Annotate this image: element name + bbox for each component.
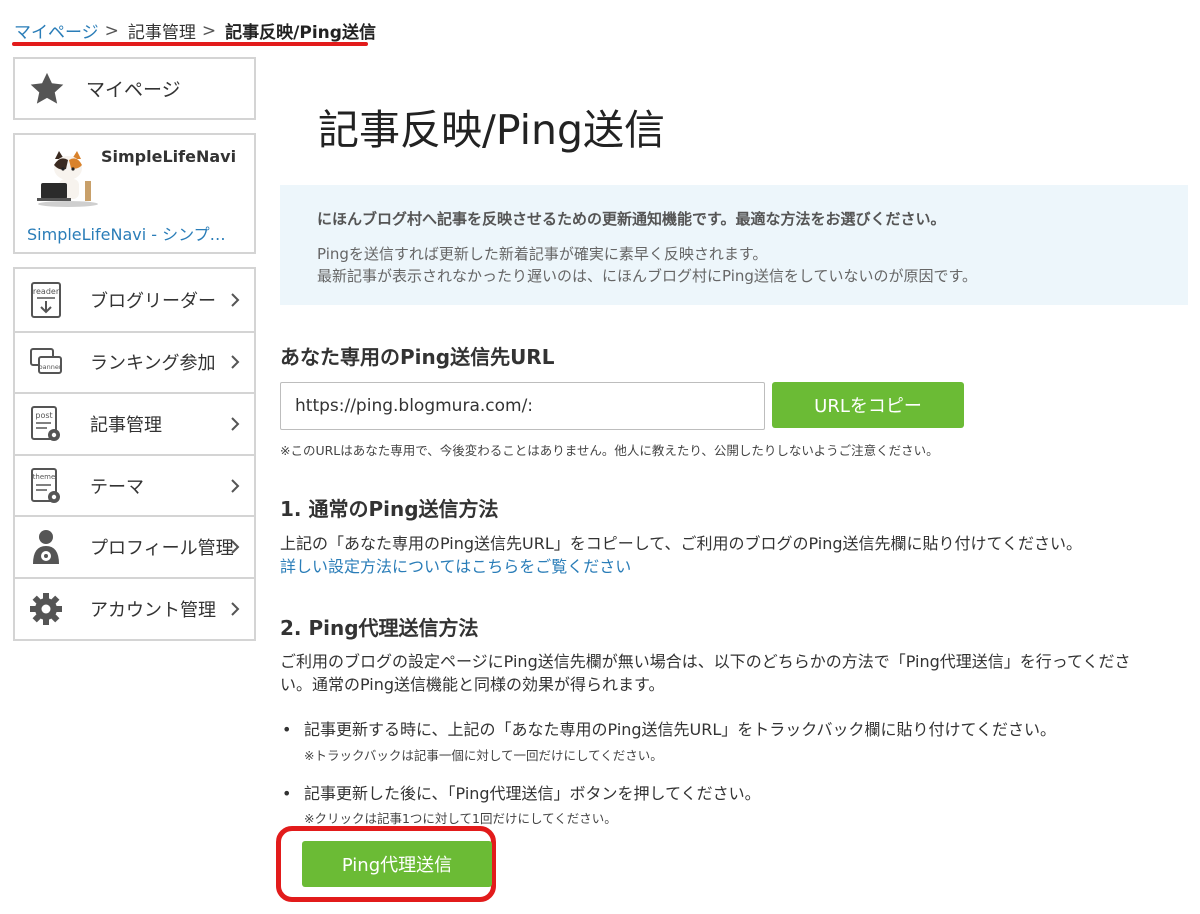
star-icon (30, 72, 64, 104)
chevron-right-icon (231, 540, 240, 554)
sidebar-item-theme[interactable]: theme テーマ (15, 453, 254, 516)
info-headline: にほんブログ村へ記事を反映させるための更新通知機能です。最適な方法をお選びくださ… (317, 210, 946, 228)
svg-text:reader: reader (33, 287, 60, 296)
sidebar-item-article-management[interactable]: post 記事管理 (15, 392, 254, 454)
breadcrumb-home-link[interactable]: マイページ (14, 18, 99, 43)
sidebar-item-label: アカウント管理 (90, 599, 216, 621)
list-item-note: ※トラックバックは記事一個に対して一回だけにしてください。 (304, 748, 663, 763)
list-item-note: ※クリックは記事1つに対して1回だけにしてください。 (304, 811, 617, 826)
list-item-text: 記事更新する時に、上記の「あなた専用のPing送信先URL」をトラックバック欄に… (304, 720, 1057, 739)
info-box: にほんブログ村へ記事を反映させるための更新通知機能です。最適な方法をお選びくださ… (280, 185, 1188, 305)
ping-proxy-send-button[interactable]: Ping代理送信 (302, 841, 492, 887)
sidebar-menu: reader ブログリーダー banner ランキング参加 post 記事管理 … (13, 267, 256, 641)
proxy-ping-instructions: ご利用のブログの設定ページにPing送信先欄が無い場合は、以下のどちらかの方法で… (280, 652, 1131, 671)
breadcrumb: マイページ > 記事管理 > 記事反映/Ping送信 (14, 18, 376, 44)
ping-url-section-title: あなた専用のPing送信先URL (280, 345, 555, 369)
breadcrumb-separator: > (201, 20, 217, 41)
sidebar-item-label: プロフィール管理 (90, 538, 234, 560)
highlight-underline (12, 42, 368, 46)
sidebar-item-label: テーマ (90, 476, 144, 498)
svg-text:banner: banner (38, 363, 61, 371)
chevron-right-icon (231, 602, 240, 616)
sidebar-item-ranking[interactable]: banner ランキング参加 (15, 330, 254, 393)
breadcrumb-item-article-management[interactable]: 記事管理 (128, 18, 196, 43)
list-item-text: 記事更新した後に、「Ping代理送信」ボタンを押してください。 (304, 784, 761, 803)
sidebar-item-label: ランキング参加 (90, 353, 216, 375)
url-note: ※このURLはあなた専用で、今後変わることはありません。他人に教えたり、公開した… (280, 443, 939, 458)
avatar (37, 151, 98, 207)
theme-icon: theme (31, 467, 60, 503)
chevron-right-icon (231, 293, 240, 307)
sidebar-item-mypage[interactable]: マイページ (13, 57, 256, 120)
svg-text:theme: theme (33, 473, 56, 481)
list-item: • 記事更新する時に、上記の「あなた専用のPing送信先URL」をトラックバック欄… (282, 720, 1057, 739)
breadcrumb-separator: > (104, 20, 119, 41)
breadcrumb-current: 記事反映/Ping送信 (225, 23, 376, 43)
svg-text:post: post (35, 411, 52, 420)
chevron-right-icon (231, 478, 240, 493)
profile-card[interactable]: SimpleLifeNavi SimpleLifeNavi - シンプ… (13, 133, 256, 254)
sidebar-item-label: ブログリーダー (90, 290, 216, 312)
sidebar-item-label: 記事管理 (90, 414, 162, 436)
sidebar-item-profile-management[interactable]: プロフィール管理 (15, 515, 254, 577)
info-line: Pingを送信すれば更新した新着記事が確実に素早く反映されます。 (317, 245, 768, 263)
ping-url-field[interactable] (280, 382, 765, 430)
proxy-ping-section-title: 2. Ping代理送信方法 (280, 616, 479, 640)
normal-ping-instructions: 上記の「あなた専用のPing送信先URL」をコピーして、ご利用のブログのPing… (280, 534, 1083, 553)
page-title: 記事反映/Ping送信 (318, 106, 666, 154)
profile-icon (33, 530, 59, 565)
banner-icon: banner (30, 348, 62, 375)
chevron-right-icon (231, 355, 240, 370)
gear-icon (30, 592, 62, 625)
profile-blog-link[interactable]: SimpleLifeNavi - シンプ… (27, 221, 243, 245)
setup-details-link[interactable]: 詳しい設定方法についてはこちらをご覧ください (280, 553, 631, 577)
profile-name: SimpleLifeNavi (101, 147, 237, 166)
proxy-ping-instructions: い。通常のPing送信機能と同様の効果が得られます。 (280, 675, 665, 694)
reader-icon: reader (31, 281, 61, 318)
post-icon: post (31, 405, 60, 441)
info-line: 最新記事が表示されなかったり遅いのは、にほんブログ村にPing送信をしていないの… (317, 267, 977, 285)
sidebar-item-account-management[interactable]: アカウント管理 (15, 576, 254, 639)
sidebar: マイページ SimpleLifeNavi SimpleLifeNavi - シン… (13, 57, 256, 641)
sidebar-item-blog-reader[interactable]: reader ブログリーダー (15, 269, 254, 331)
chevron-right-icon (231, 417, 240, 431)
sidebar-item-label: マイページ (86, 79, 181, 101)
normal-ping-section-title: 1. 通常のPing送信方法 (280, 497, 499, 521)
copy-url-button[interactable]: URLをコピー (772, 382, 964, 428)
list-item: • 記事更新した後に、「Ping代理送信」ボタンを押してください。 (282, 784, 761, 803)
